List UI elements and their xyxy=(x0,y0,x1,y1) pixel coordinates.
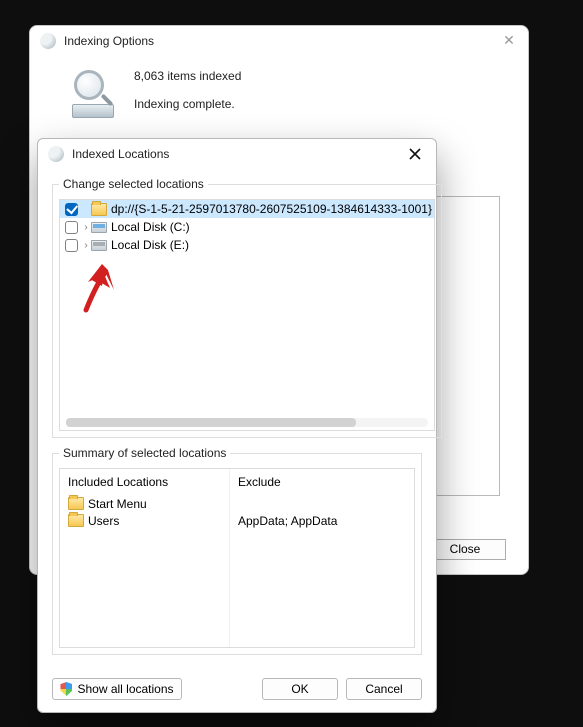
search-drive-icon xyxy=(40,33,56,49)
summary-legend: Summary of selected locations xyxy=(59,446,230,460)
cancel-button[interactable]: Cancel xyxy=(346,678,422,700)
close-icon[interactable]: ✕ xyxy=(500,32,518,50)
ok-button[interactable]: OK xyxy=(262,678,338,700)
tree-checkbox[interactable] xyxy=(65,221,78,234)
tree-row-label: Local Disk (C:) xyxy=(111,220,190,234)
magnifier-drive-icon xyxy=(70,68,120,118)
list-item[interactable]: Start Menu xyxy=(68,495,221,512)
scrollbar-thumb[interactable] xyxy=(66,418,356,427)
change-locations-legend: Change selected locations xyxy=(59,177,208,191)
tree-row-label: dp://{S-1-5-21-2597013780-2607525109-138… xyxy=(111,202,432,216)
close-icon xyxy=(409,148,421,160)
drive-icon xyxy=(91,222,107,233)
horizontal-scrollbar[interactable] xyxy=(66,418,428,427)
indexing-options-titlebar: Indexing Options ✕ xyxy=(30,26,528,56)
exclude-header: Exclude xyxy=(238,475,337,489)
show-all-label: Show all locations xyxy=(77,682,173,696)
summary-group: Summary of selected locations Included L… xyxy=(52,446,422,655)
indexing-status-text: Indexing complete. xyxy=(134,90,241,118)
indexed-locations-dialog: Indexed Locations Change selected locati… xyxy=(37,138,437,713)
folder-icon xyxy=(68,497,84,510)
chevron-right-icon[interactable]: › xyxy=(81,240,91,251)
tree-row[interactable]: dp://{S-1-5-21-2597013780-2607525109-138… xyxy=(60,200,434,218)
tree-checkbox[interactable] xyxy=(65,203,78,216)
list-item xyxy=(238,495,337,512)
indexing-options-title: Indexing Options xyxy=(64,34,154,48)
show-all-locations-button[interactable]: Show all locations xyxy=(52,678,182,700)
drive-icon xyxy=(91,240,107,251)
list-item: AppData; AppData xyxy=(238,512,337,529)
change-locations-group: Change selected locations dp://{S-1-5-21… xyxy=(52,177,442,438)
exclude-label: AppData; AppData xyxy=(238,514,337,528)
indexed-locations-titlebar: Indexed Locations xyxy=(38,139,436,169)
included-header: Included Locations xyxy=(68,475,221,489)
list-item[interactable]: Users xyxy=(68,512,221,529)
search-drive-icon xyxy=(48,146,64,162)
chevron-right-icon[interactable]: › xyxy=(81,222,91,233)
folder-icon xyxy=(91,203,107,216)
tree-row-label: Local Disk (E:) xyxy=(111,238,189,252)
included-label: Users xyxy=(88,514,119,528)
locations-tree[interactable]: dp://{S-1-5-21-2597013780-2607525109-138… xyxy=(59,199,435,431)
items-indexed-text: 8,063 items indexed xyxy=(134,62,241,90)
tree-checkbox[interactable] xyxy=(65,239,78,252)
uac-shield-icon xyxy=(60,682,72,696)
close-button[interactable] xyxy=(404,143,426,165)
tree-row[interactable]: › Local Disk (E:) xyxy=(60,236,434,254)
tree-row[interactable]: › Local Disk (C:) xyxy=(60,218,434,236)
summary-table: Included Locations Start Menu Users Excl… xyxy=(59,468,415,648)
folder-icon xyxy=(68,514,84,527)
indexed-locations-title: Indexed Locations xyxy=(72,147,169,161)
included-label: Start Menu xyxy=(88,497,147,511)
